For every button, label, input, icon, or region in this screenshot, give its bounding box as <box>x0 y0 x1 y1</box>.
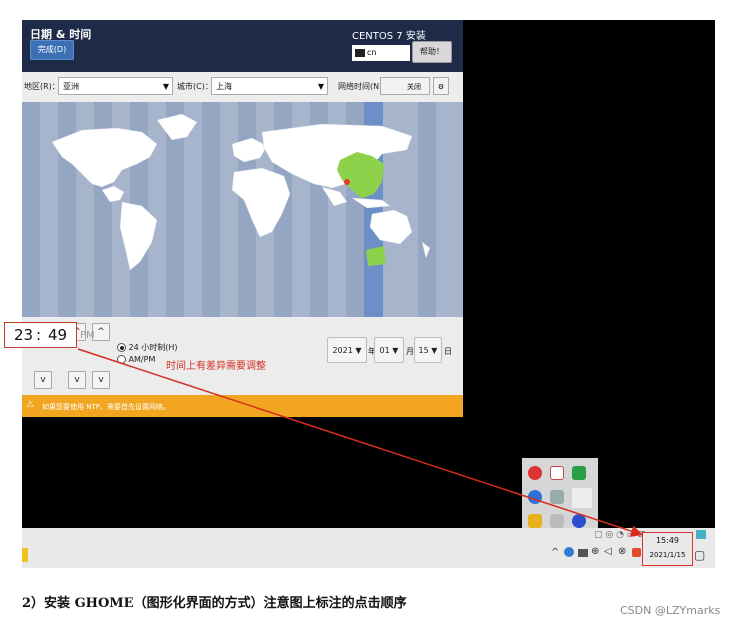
document-caption: 2）安装 GHOME（图形化界面的方式）注意图上标注的点击顺序 <box>22 596 407 611</box>
annotation-text: 时间上有差异需要调整 <box>166 361 266 372</box>
watermark: CSDN @LZYmarks <box>620 604 721 617</box>
annotation-arrow <box>77 348 643 537</box>
